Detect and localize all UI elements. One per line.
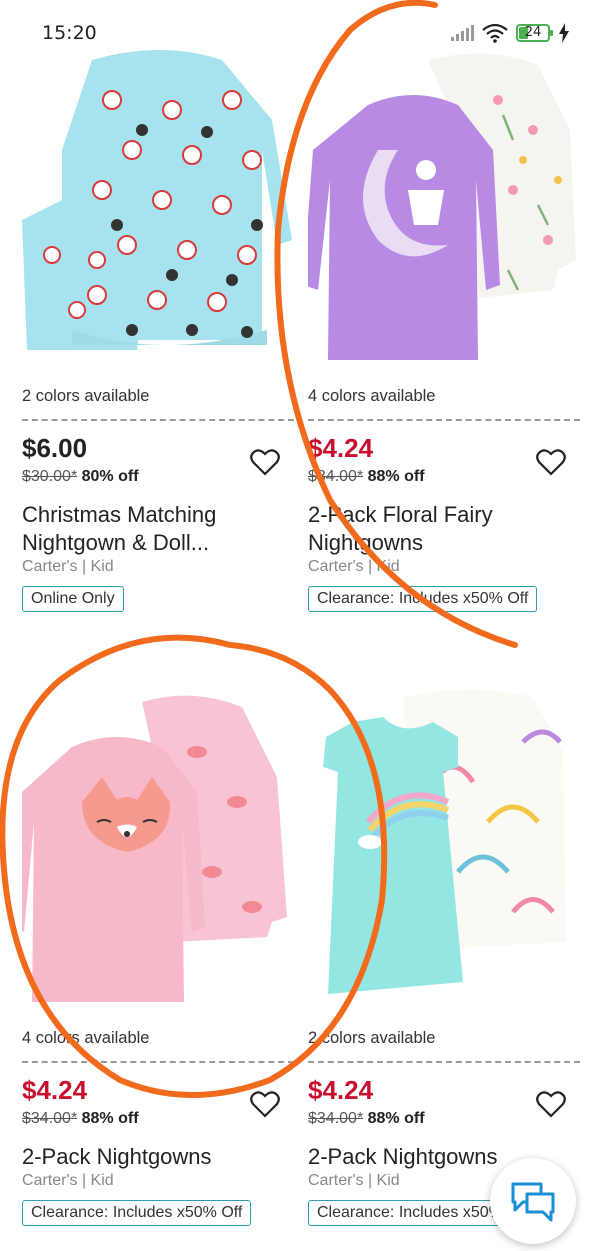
heart-icon[interactable]	[536, 448, 566, 476]
divider	[22, 419, 294, 421]
product-card[interactable]: 4 colors available $4.24 $34.00* 88% off…	[22, 682, 294, 1242]
original-price: $30.00*	[22, 468, 78, 485]
price-comparison: $34.00* 88% off	[22, 1110, 139, 1128]
product-title-line: Nightgowns	[308, 530, 423, 555]
battery-level: 24	[524, 25, 542, 40]
brand-label: Carter's | Kid	[308, 558, 400, 575]
product-image[interactable]	[22, 682, 292, 1002]
heart-icon[interactable]	[536, 1090, 566, 1118]
signal-icon	[451, 25, 474, 41]
price-comparison: $34.00* 88% off	[308, 468, 425, 486]
promo-badge: Online Only	[22, 586, 124, 612]
promo-badge: Clearance: Includes x50% Off	[22, 1200, 252, 1226]
chat-button[interactable]	[490, 1158, 576, 1244]
discount-label: 88% off	[367, 1110, 425, 1127]
heart-icon[interactable]	[250, 1090, 280, 1118]
product-title[interactable]: 2-Pack Nightgowns	[22, 1143, 292, 1171]
divider	[22, 1061, 294, 1063]
brand-label: Carter's | Kid	[308, 1172, 400, 1189]
sale-price: $4.24	[308, 433, 374, 463]
product-card[interactable]: 2 colors available $6.00 $30.00* 80% off…	[22, 40, 294, 620]
price-comparison: $34.00* 88% off	[308, 1110, 425, 1128]
product-title-line: 2-Pack Floral Fairy	[308, 502, 493, 527]
product-image[interactable]	[308, 682, 578, 1002]
sale-price: $6.00	[22, 433, 88, 463]
promo-badge: Clearance: Includes x50% Off	[308, 586, 538, 612]
discount-label: 88% off	[367, 468, 425, 485]
product-card[interactable]: 4 colors available $4.24 $34.00* 88% off…	[308, 40, 580, 620]
discount-label: 88% off	[81, 1110, 139, 1127]
divider	[308, 1061, 580, 1063]
brand-label: Carter's | Kid	[22, 558, 114, 575]
original-price: $34.00*	[22, 1110, 78, 1127]
product-title[interactable]: Christmas Matching Nightgown & Doll...	[22, 501, 292, 557]
price-comparison: $30.00* 80% off	[22, 468, 139, 486]
chat-bubbles-icon	[511, 1182, 555, 1222]
colors-available: 2 colors available	[308, 1029, 436, 1047]
discount-label: 80% off	[81, 468, 139, 485]
product-title-line: Nightgown & Doll...	[22, 530, 210, 555]
product-title-line: 2-Pack Nightgowns	[22, 1144, 212, 1169]
original-price: $34.00*	[308, 468, 364, 485]
product-image[interactable]	[308, 40, 578, 360]
sale-price: $4.24	[308, 1075, 374, 1105]
original-price: $34.00*	[308, 1110, 364, 1127]
colors-available: 2 colors available	[22, 387, 150, 405]
product-title-line: Christmas Matching	[22, 502, 217, 527]
product-title[interactable]: 2-Pack Floral Fairy Nightgowns	[308, 501, 578, 557]
colors-available: 4 colors available	[22, 1029, 150, 1047]
heart-icon[interactable]	[250, 448, 280, 476]
sale-price: $4.24	[22, 1075, 88, 1105]
colors-available: 4 colors available	[308, 387, 436, 405]
product-image[interactable]	[22, 40, 292, 360]
brand-label: Carter's | Kid	[22, 1172, 114, 1189]
divider	[308, 419, 580, 421]
